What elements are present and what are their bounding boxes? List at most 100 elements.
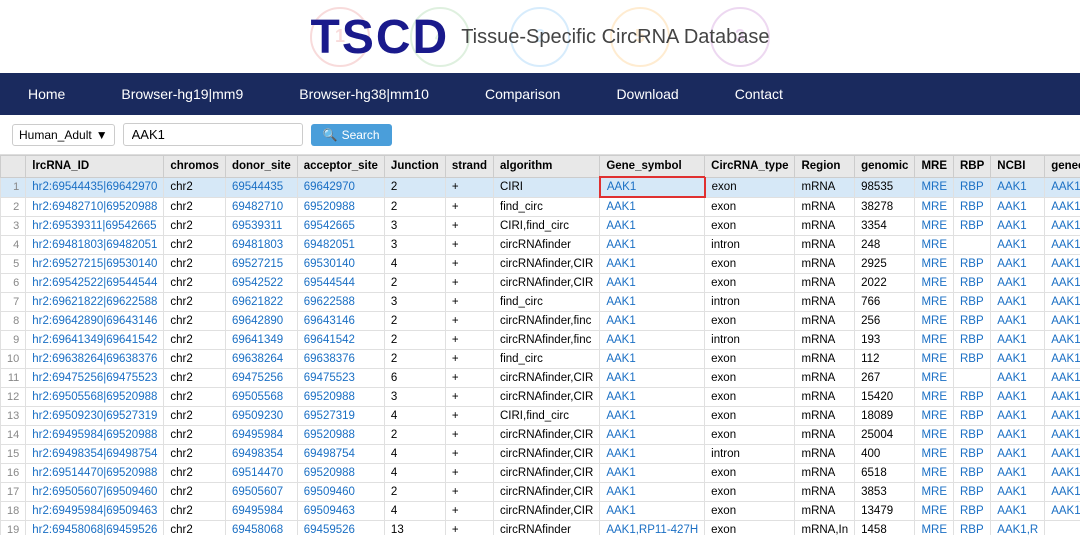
genecards[interactable]: AAK1 bbox=[1045, 369, 1080, 388]
rbp[interactable]: RBP bbox=[954, 274, 991, 293]
circrna-id[interactable]: hr2:69505568|69520988 bbox=[26, 388, 164, 407]
ncbi[interactable]: AAK1 bbox=[991, 502, 1045, 521]
rbp[interactable]: RBP bbox=[954, 217, 991, 236]
ncbi[interactable]: AAK1 bbox=[991, 274, 1045, 293]
genecards[interactable]: AAK1 bbox=[1045, 177, 1080, 197]
circrna-id[interactable]: hr2:69544435|69642970 bbox=[26, 177, 164, 197]
circrna-id[interactable]: hr2:69498354|69498754 bbox=[26, 445, 164, 464]
ncbi[interactable]: AAK1 bbox=[991, 177, 1045, 197]
gene-symbol[interactable]: AAK1 bbox=[600, 483, 705, 502]
circrna-id[interactable]: hr2:69495984|69520988 bbox=[26, 426, 164, 445]
genecards[interactable]: AAK1 bbox=[1045, 483, 1080, 502]
mre[interactable]: MRE bbox=[915, 274, 954, 293]
rbp[interactable]: RBP bbox=[954, 521, 991, 535]
acceptor-site[interactable]: 69641542 bbox=[297, 331, 384, 350]
circrna-id[interactable]: hr2:69514470|69520988 bbox=[26, 464, 164, 483]
gene-symbol[interactable]: AAK1 bbox=[600, 312, 705, 331]
ncbi[interactable]: AAK1 bbox=[991, 483, 1045, 502]
mre[interactable]: MRE bbox=[915, 217, 954, 236]
circrna-id[interactable]: hr2:69638264|69638376 bbox=[26, 350, 164, 369]
circrna-id[interactable]: hr2:69641349|69641542 bbox=[26, 331, 164, 350]
ncbi[interactable]: AAK1 bbox=[991, 331, 1045, 350]
genecards[interactable]: AAK1 bbox=[1045, 350, 1080, 369]
rbp[interactable]: RBP bbox=[954, 483, 991, 502]
mre[interactable]: MRE bbox=[915, 197, 954, 217]
donor-site[interactable]: 69505607 bbox=[225, 483, 297, 502]
acceptor-site[interactable]: 69642970 bbox=[297, 177, 384, 197]
circrna-id[interactable]: hr2:69509230|69527319 bbox=[26, 407, 164, 426]
donor-site[interactable]: 69498354 bbox=[225, 445, 297, 464]
acceptor-site[interactable]: 69527319 bbox=[297, 407, 384, 426]
nav-download[interactable]: Download bbox=[588, 73, 706, 115]
donor-site[interactable]: 69638264 bbox=[225, 350, 297, 369]
donor-site[interactable]: 69495984 bbox=[225, 502, 297, 521]
nav-browser-hg38[interactable]: Browser-hg38|mm10 bbox=[271, 73, 457, 115]
rbp[interactable]: RBP bbox=[954, 464, 991, 483]
donor-site[interactable]: 69642890 bbox=[225, 312, 297, 331]
mre[interactable]: MRE bbox=[915, 407, 954, 426]
species-dropdown[interactable]: Human_Adult ▼ bbox=[12, 124, 115, 146]
donor-site[interactable]: 69458068 bbox=[225, 521, 297, 535]
ncbi[interactable]: AAK1 bbox=[991, 445, 1045, 464]
rbp[interactable]: RBP bbox=[954, 350, 991, 369]
mre[interactable]: MRE bbox=[915, 236, 954, 255]
rbp[interactable]: RBP bbox=[954, 177, 991, 197]
mre[interactable]: MRE bbox=[915, 483, 954, 502]
donor-site[interactable]: 69641349 bbox=[225, 331, 297, 350]
mre[interactable]: MRE bbox=[915, 369, 954, 388]
gene-symbol[interactable]: AAK1 bbox=[600, 464, 705, 483]
donor-site[interactable]: 69495984 bbox=[225, 426, 297, 445]
donor-site[interactable]: 69482710 bbox=[225, 197, 297, 217]
genecards[interactable]: AAK1 bbox=[1045, 293, 1080, 312]
acceptor-site[interactable]: 69542665 bbox=[297, 217, 384, 236]
mre[interactable]: MRE bbox=[915, 426, 954, 445]
gene-symbol[interactable]: AAK1 bbox=[600, 293, 705, 312]
ncbi[interactable]: AAK1 bbox=[991, 388, 1045, 407]
acceptor-site[interactable]: 69643146 bbox=[297, 312, 384, 331]
gene-symbol[interactable]: AAK1 bbox=[600, 177, 705, 197]
genecards[interactable]: AAK1 bbox=[1045, 464, 1080, 483]
genecards[interactable]: AAK1 bbox=[1045, 274, 1080, 293]
ncbi[interactable]: AAK1,R bbox=[991, 521, 1045, 535]
gene-symbol[interactable]: AAK1 bbox=[600, 217, 705, 236]
rbp[interactable]: RBP bbox=[954, 312, 991, 331]
acceptor-site[interactable]: 69509463 bbox=[297, 502, 384, 521]
ncbi[interactable]: AAK1 bbox=[991, 255, 1045, 274]
acceptor-site[interactable]: 69638376 bbox=[297, 350, 384, 369]
donor-site[interactable]: 69527215 bbox=[225, 255, 297, 274]
acceptor-site[interactable]: 69520988 bbox=[297, 197, 384, 217]
genecards[interactable]: AAK1 bbox=[1045, 236, 1080, 255]
genecards[interactable] bbox=[1045, 521, 1080, 535]
genecards[interactable]: AAK1 bbox=[1045, 197, 1080, 217]
nav-comparison[interactable]: Comparison bbox=[457, 73, 588, 115]
gene-symbol[interactable]: AAK1 bbox=[600, 369, 705, 388]
circrna-id[interactable]: hr2:69527215|69530140 bbox=[26, 255, 164, 274]
ncbi[interactable]: AAK1 bbox=[991, 293, 1045, 312]
gene-symbol[interactable]: AAK1 bbox=[600, 407, 705, 426]
acceptor-site[interactable]: 69498754 bbox=[297, 445, 384, 464]
circrna-id[interactable]: hr2:69458068|69459526 bbox=[26, 521, 164, 535]
gene-symbol[interactable]: AAK1 bbox=[600, 502, 705, 521]
acceptor-site[interactable]: 69520988 bbox=[297, 464, 384, 483]
circrna-id[interactable]: hr2:69542522|69544544 bbox=[26, 274, 164, 293]
ncbi[interactable]: AAK1 bbox=[991, 426, 1045, 445]
circrna-id[interactable]: hr2:69475256|69475523 bbox=[26, 369, 164, 388]
donor-site[interactable]: 69481803 bbox=[225, 236, 297, 255]
donor-site[interactable]: 69509230 bbox=[225, 407, 297, 426]
circrna-id[interactable]: hr2:69482710|69520988 bbox=[26, 197, 164, 217]
gene-symbol[interactable]: AAK1 bbox=[600, 331, 705, 350]
mre[interactable]: MRE bbox=[915, 502, 954, 521]
genecards[interactable]: AAK1 bbox=[1045, 217, 1080, 236]
mre[interactable]: MRE bbox=[915, 445, 954, 464]
circrna-id[interactable]: hr2:69481803|69482051 bbox=[26, 236, 164, 255]
ncbi[interactable]: AAK1 bbox=[991, 407, 1045, 426]
gene-symbol[interactable]: AAK1 bbox=[600, 274, 705, 293]
nav-home[interactable]: Home bbox=[0, 73, 93, 115]
search-button[interactable]: 🔍 Search bbox=[311, 124, 392, 146]
genecards[interactable]: AAK1 bbox=[1045, 331, 1080, 350]
donor-site[interactable]: 69505568 bbox=[225, 388, 297, 407]
acceptor-site[interactable]: 69520988 bbox=[297, 426, 384, 445]
rbp[interactable]: RBP bbox=[954, 502, 991, 521]
ncbi[interactable]: AAK1 bbox=[991, 217, 1045, 236]
genecards[interactable]: AAK1 bbox=[1045, 502, 1080, 521]
